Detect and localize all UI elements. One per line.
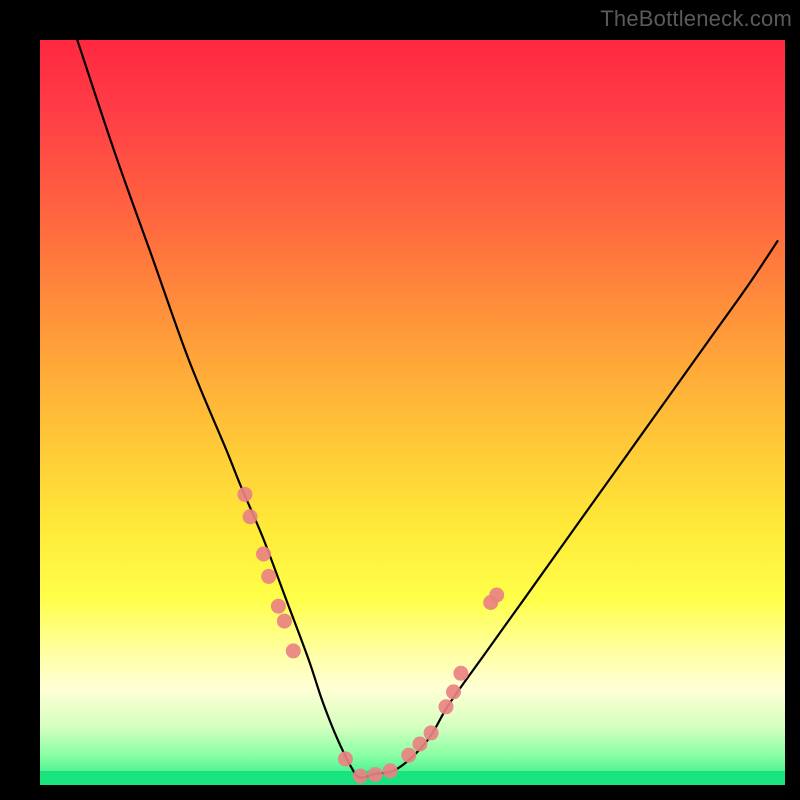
- curve-marker: [271, 599, 286, 614]
- curve-marker: [338, 751, 353, 766]
- curve-marker: [237, 487, 252, 502]
- curve-marker: [401, 748, 416, 763]
- curve-marker: [439, 699, 454, 714]
- curve-marker: [489, 588, 504, 603]
- curve-markers: [237, 487, 504, 784]
- curve-marker: [243, 509, 258, 524]
- chart-svg: [40, 40, 785, 785]
- curve-marker: [277, 614, 292, 629]
- curve-marker: [368, 767, 383, 782]
- curve-marker: [453, 666, 468, 681]
- curve-marker: [424, 725, 439, 740]
- curve-marker: [256, 547, 271, 562]
- curve-marker: [412, 737, 427, 752]
- plot-area: [40, 40, 785, 785]
- curve-marker: [261, 569, 276, 584]
- bottleneck-curve: [77, 40, 777, 778]
- curve-marker: [383, 763, 398, 778]
- curve-marker: [286, 643, 301, 658]
- curve-marker: [353, 769, 368, 784]
- curve-marker: [446, 684, 461, 699]
- watermark-text: TheBottleneck.com: [600, 6, 792, 32]
- outer-frame: TheBottleneck.com: [0, 0, 800, 800]
